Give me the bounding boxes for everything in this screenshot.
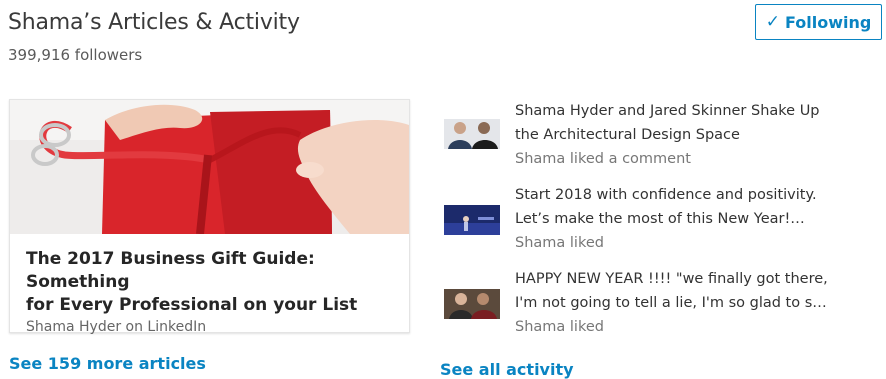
activity-headline-line-2: Let’s make the most of this New Year!…: [515, 211, 805, 227]
activity-meta: Shama liked: [515, 319, 604, 335]
activity-meta: Shama liked: [515, 235, 604, 251]
article-title-line-2: for Every Professional on your List: [26, 295, 358, 315]
checkmark-icon: ✓: [765, 12, 780, 32]
see-more-articles-link[interactable]: See 159 more articles: [9, 354, 206, 373]
following-button[interactable]: ✓ Following: [755, 4, 882, 40]
following-button-label: Following: [784, 12, 872, 32]
activity-thumbnail: [444, 119, 500, 149]
activity-meta: Shama liked a comment: [515, 151, 691, 167]
activity-headline-line-1: Start 2018 with confidence and positivit…: [515, 187, 817, 203]
activity-headline-line-1: HAPPY NEW YEAR !!!! "we finally got ther…: [515, 271, 828, 287]
page-title: Shama’s Articles & Activity: [8, 10, 300, 35]
gift-wrapping-image: [10, 100, 409, 234]
article-card[interactable]: The 2017 Business Gift Guide: Something …: [9, 99, 410, 335]
followers-count: 399,916 followers: [8, 46, 143, 64]
activity-thumbnail: [444, 205, 500, 235]
article-title-line-1: The 2017 Business Gift Guide: Something: [26, 249, 315, 292]
article-source: Shama Hyder on LinkedIn: [26, 319, 207, 335]
activity-headline-line-1: Shama Hyder and Jared Skinner Shake Up: [515, 103, 820, 119]
activity-thumbnail: [444, 289, 500, 319]
activity-headline-line-2: the Architectural Design Space: [515, 127, 740, 143]
see-all-activity-link[interactable]: See all activity: [440, 360, 574, 379]
activity-headline-line-2: I'm not going to tell a lie, I'm so glad…: [515, 295, 827, 311]
